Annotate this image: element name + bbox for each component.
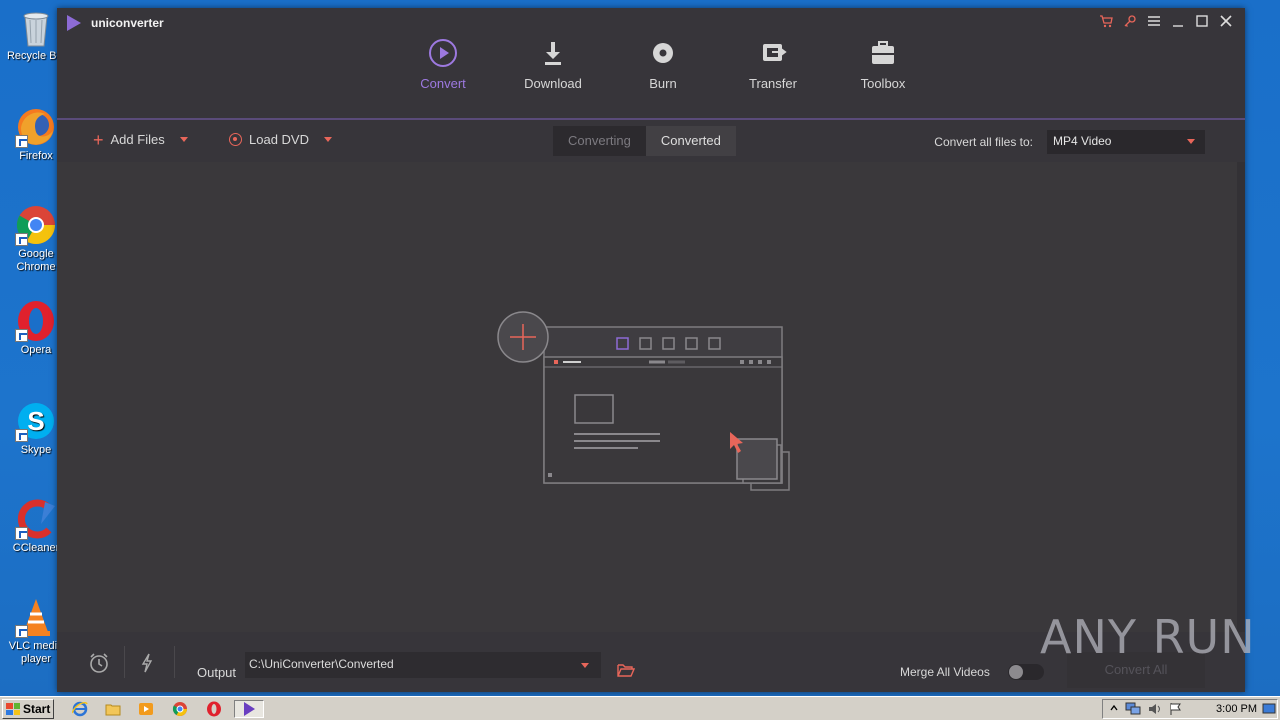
folder-open-icon[interactable] (617, 663, 636, 682)
maximize-icon[interactable] (1193, 12, 1211, 30)
scrollbar[interactable] (1237, 162, 1245, 632)
flag-icon[interactable] (1169, 702, 1183, 719)
taskbar: Start 3:00 PM (0, 696, 1280, 720)
download-icon (545, 42, 561, 65)
tab-label: Toolbox (860, 76, 906, 91)
merge-all-videos-toggle[interactable] (1008, 664, 1044, 680)
minimize-icon[interactable] (1169, 12, 1187, 30)
windows-logo-icon (6, 703, 20, 715)
app-title: uniconverter (91, 16, 164, 30)
uniconverter-taskbar-button[interactable] (234, 700, 264, 718)
skype-icon: S (15, 400, 57, 442)
chevron-down-icon[interactable] (179, 137, 188, 142)
menu-icon[interactable] (1145, 12, 1163, 30)
internet-explorer-icon[interactable] (70, 700, 90, 718)
tab-transfer[interactable]: Transfer (718, 36, 828, 120)
clock: 3:00 PM (1216, 703, 1257, 715)
app-brand: uniconverter (67, 15, 164, 31)
tab-label: Download (524, 76, 582, 91)
footer-divider (124, 646, 125, 678)
tab-toolbox[interactable]: Toolbox (828, 36, 938, 120)
tab-label: Transfer (749, 76, 797, 91)
chrome-taskbar-icon[interactable] (170, 700, 190, 718)
toolbar: + Add Files Load DVD Converting Converte… (57, 120, 1245, 162)
add-files-label: Add Files (110, 132, 165, 147)
opera-icon (15, 300, 57, 342)
media-player-icon[interactable] (136, 700, 156, 718)
opera-taskbar-icon[interactable] (204, 700, 224, 718)
toolbox-icon (872, 41, 894, 64)
file-explorer-icon[interactable] (103, 700, 123, 718)
show-desktop-icon[interactable] (1262, 702, 1276, 719)
tab-label: Convert (420, 76, 466, 91)
empty-state-illustration (497, 311, 790, 491)
conversion-tabs: Converting Converted (553, 126, 736, 156)
burn-icon (653, 43, 673, 63)
system-tray: 3:00 PM (1102, 699, 1278, 719)
close-icon[interactable] (1217, 12, 1235, 30)
ccleaner-icon (15, 498, 57, 540)
convert-all-to-label: Convert all files to: (934, 135, 1033, 149)
file-drop-area[interactable] (57, 162, 1237, 632)
chevron-down-icon (581, 663, 589, 668)
toggle-knob (1009, 665, 1023, 679)
output-path-value: C:\UniConverter\Converted (249, 657, 394, 671)
tray-arrow-icon[interactable] (1109, 703, 1119, 718)
tab-download[interactable]: Download (498, 36, 608, 120)
add-files-button[interactable]: + Add Files (93, 129, 188, 150)
output-path-select[interactable]: C:\UniConverter\Converted (245, 652, 601, 678)
tab-label: Burn (649, 76, 677, 91)
alarm-clock-icon[interactable] (88, 652, 110, 679)
network-icon[interactable] (1125, 702, 1141, 719)
transfer-icon (763, 44, 787, 61)
window-controls (1097, 12, 1235, 30)
convert-icon (429, 39, 457, 67)
chevron-down-icon[interactable] (323, 137, 332, 142)
merge-all-videos-label: Merge All Videos (900, 665, 990, 679)
cart-icon[interactable] (1097, 12, 1115, 30)
dvd-icon (229, 133, 242, 146)
title-bar: uniconverter Convert Download Burn Trans… (57, 8, 1245, 120)
main-nav: Convert Download Burn Transfer Toolbox (388, 36, 938, 120)
chrome-icon (15, 204, 57, 246)
plus-icon: + (93, 129, 104, 150)
lightning-icon[interactable] (139, 652, 155, 679)
anyrun-watermark: ANY RUN (1040, 610, 1256, 664)
footer-divider (174, 646, 175, 678)
output-format-value: MP4 Video (1053, 134, 1112, 148)
load-dvd-button[interactable]: Load DVD (229, 132, 332, 147)
tab-converting[interactable]: Converting (553, 126, 646, 156)
output-format-select[interactable]: MP4 Video (1047, 130, 1205, 154)
recycle-bin-icon (15, 6, 57, 48)
output-label: Output (197, 665, 237, 680)
firefox-icon (15, 106, 57, 148)
volume-icon[interactable] (1147, 702, 1163, 719)
uniconverter-window: uniconverter Convert Download Burn Trans… (57, 8, 1245, 692)
svg-text:S: S (27, 406, 44, 436)
start-label: Start (23, 702, 51, 716)
chevron-down-icon (1187, 139, 1195, 144)
tab-converted[interactable]: Converted (645, 126, 736, 156)
tab-convert[interactable]: Convert (388, 36, 498, 120)
tab-burn[interactable]: Burn (608, 36, 718, 120)
app-logo-icon (67, 15, 81, 31)
key-icon[interactable] (1121, 12, 1139, 30)
load-dvd-label: Load DVD (249, 132, 309, 147)
vlc-icon (15, 596, 57, 638)
start-button[interactable]: Start (2, 699, 54, 719)
